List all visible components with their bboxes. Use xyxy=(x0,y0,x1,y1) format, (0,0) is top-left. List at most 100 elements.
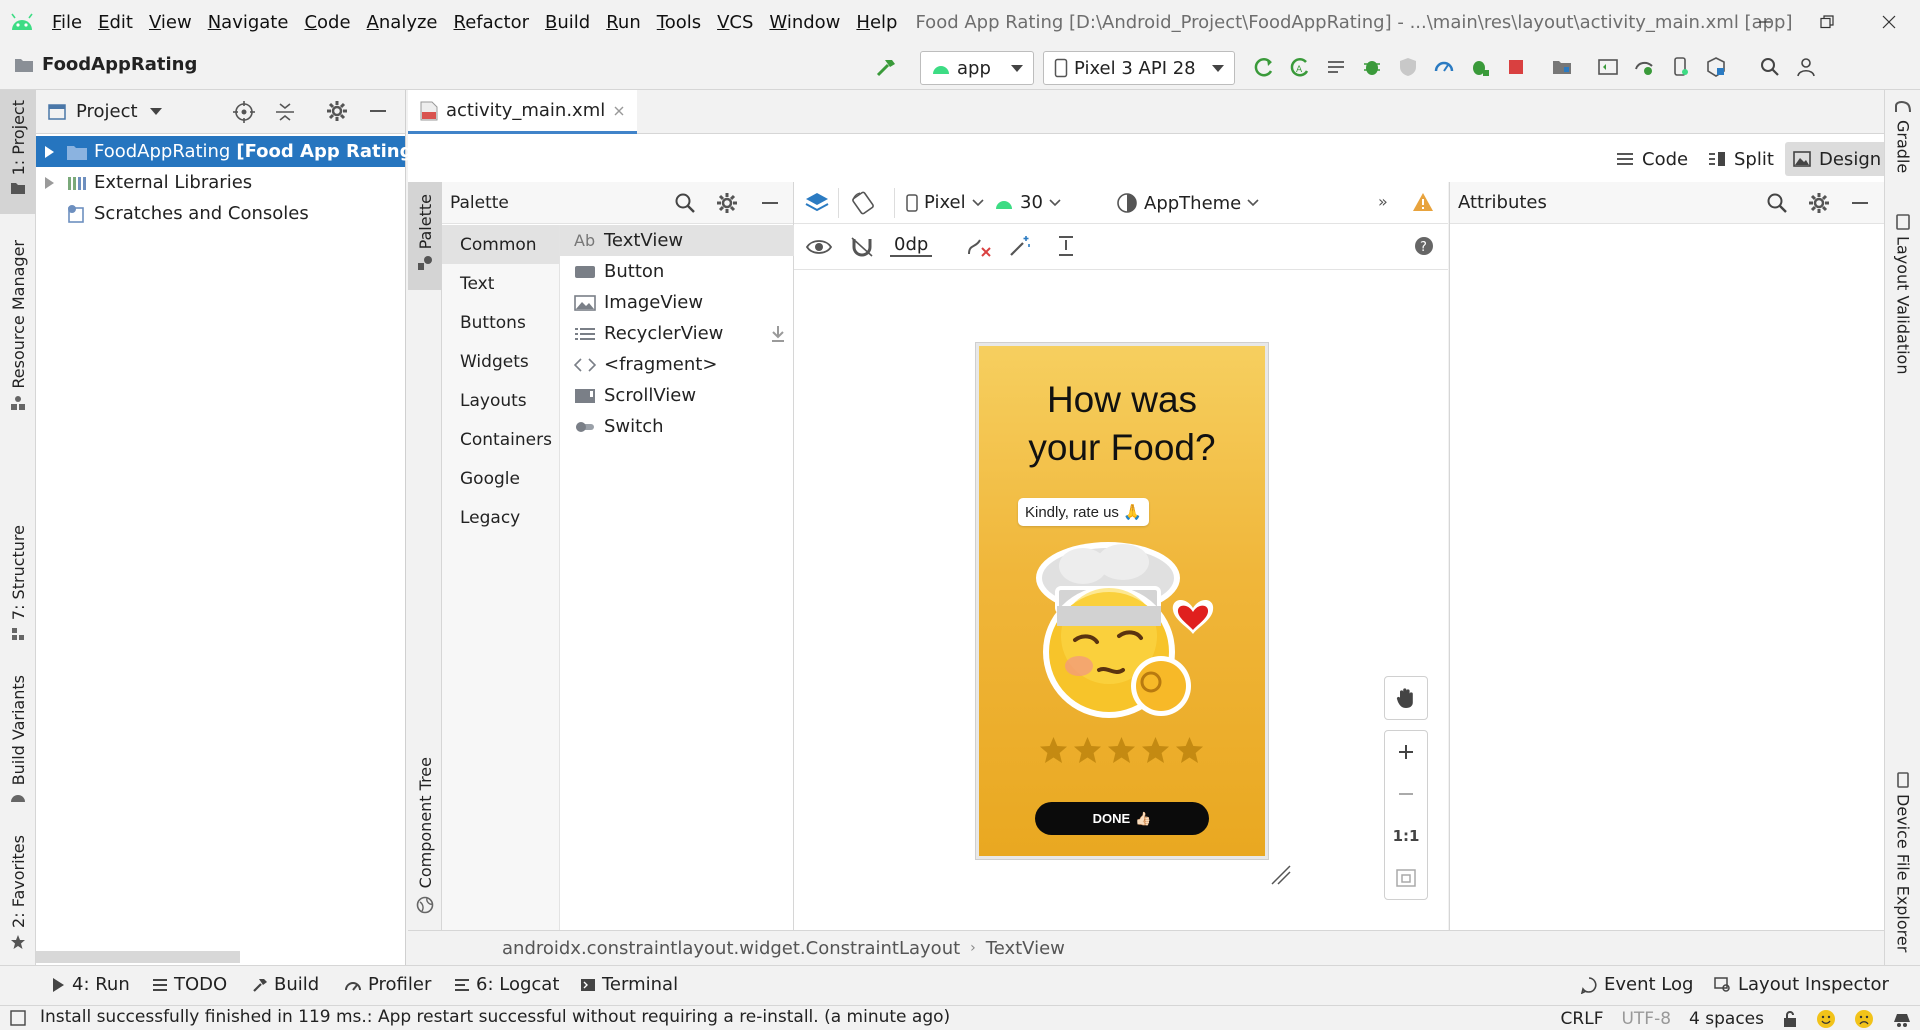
user-account-icon[interactable] xyxy=(1788,49,1824,85)
design-mode-button[interactable]: Design xyxy=(1785,142,1890,176)
inspector-hat-icon[interactable] xyxy=(1892,1010,1912,1028)
expand-arrow-icon[interactable] xyxy=(42,176,56,190)
gear-icon[interactable] xyxy=(326,100,348,122)
palette-category-text[interactable]: Text xyxy=(442,264,559,303)
api-level-selector[interactable]: 30 xyxy=(994,192,1061,213)
menu-analyze[interactable]: Analyze xyxy=(359,12,446,33)
layout-validation-tab[interactable]: Layout Validation xyxy=(1885,214,1920,374)
profile-icon[interactable] xyxy=(1426,49,1462,85)
rating-star-icon[interactable] xyxy=(1175,736,1204,764)
magnet-icon[interactable] xyxy=(850,236,874,258)
palette-category-containers[interactable]: Containers xyxy=(442,420,559,459)
structure-tab[interactable]: 7: Structure xyxy=(0,525,36,641)
component-tree-tab[interactable]: Component Tree xyxy=(408,757,442,927)
project-view-label[interactable]: Project xyxy=(76,101,138,122)
device-file-explorer-tab[interactable]: Device File Explorer xyxy=(1885,772,1920,962)
menu-vcs[interactable]: VCS xyxy=(709,12,761,33)
favorites-tab[interactable]: 2: Favorites xyxy=(0,835,36,949)
phone-title[interactable]: How was your Food? xyxy=(979,376,1265,472)
collapse-all-icon[interactable] xyxy=(274,100,296,124)
status-message[interactable]: Install successfully finished in 119 ms.… xyxy=(40,1007,950,1027)
magic-wand-icon[interactable] xyxy=(1008,234,1032,258)
hide-panel-icon[interactable] xyxy=(368,100,388,122)
menu-build[interactable]: Build xyxy=(537,12,598,33)
project-structure-icon[interactable] xyxy=(1544,49,1580,85)
resource-manager-tab[interactable]: Resource Manager xyxy=(0,240,36,410)
locate-target-icon[interactable] xyxy=(232,100,256,124)
phone-preview[interactable]: How was your Food? Kindly, rate us 🙏 DON… xyxy=(976,343,1268,859)
layers-icon[interactable] xyxy=(804,190,830,216)
palette-category-legacy[interactable]: Legacy xyxy=(442,498,559,537)
help-icon[interactable]: ? xyxy=(1414,236,1434,256)
run-tool-tab[interactable]: 4: Run xyxy=(50,974,130,995)
breadcrumb-item-textview[interactable]: TextView xyxy=(986,938,1065,959)
align-icon[interactable] xyxy=(1056,234,1076,258)
sdk-manager-icon[interactable] xyxy=(1698,49,1734,85)
device-selector[interactable]: Pixel 3 API 28 xyxy=(1043,51,1235,85)
apply-changes-icon[interactable] xyxy=(1246,49,1282,85)
warning-icon[interactable] xyxy=(1412,192,1434,212)
indent-setting[interactable]: 4 spaces xyxy=(1689,1009,1764,1029)
menu-view[interactable]: View xyxy=(141,12,200,33)
palette-side-tab[interactable]: Palette xyxy=(408,182,442,290)
palette-item-switch[interactable]: Switch xyxy=(560,411,794,442)
close-window-button[interactable] xyxy=(1858,0,1920,44)
done-button[interactable]: DONE 👍🏻 xyxy=(1035,802,1209,835)
build-tool-tab[interactable]: Build xyxy=(252,974,319,995)
zoom-actual-size-button[interactable]: 1:1 xyxy=(1384,815,1428,857)
eye-icon[interactable] xyxy=(806,236,832,258)
split-mode-button[interactable]: Split xyxy=(1700,142,1782,176)
terminal-tool-tab[interactable]: Terminal xyxy=(580,974,678,995)
build-hammer-icon[interactable] xyxy=(868,49,904,85)
search-icon[interactable] xyxy=(1766,192,1788,214)
status-toggle-icon[interactable] xyxy=(10,1010,26,1026)
tab-activity-main[interactable]: activity_main.xml xyxy=(408,90,638,134)
close-tab-icon[interactable] xyxy=(613,105,625,117)
profiler-tool-tab[interactable]: Profiler xyxy=(344,974,431,995)
file-encoding[interactable]: UTF-8 xyxy=(1621,1009,1671,1029)
gradle-tab[interactable]: Gradle xyxy=(1885,100,1920,190)
attach-debugger-icon[interactable] xyxy=(1462,49,1498,85)
todo-tool-tab[interactable]: TODO xyxy=(152,974,227,995)
palette-item-fragment[interactable]: <fragment> xyxy=(560,349,794,380)
menu-tools[interactable]: Tools xyxy=(649,12,709,33)
project-name[interactable]: FoodAppRating xyxy=(42,54,197,75)
run-list-icon[interactable] xyxy=(1318,49,1354,85)
theme-selector[interactable]: AppTheme xyxy=(1116,192,1259,214)
tree-item-scratches[interactable]: Scratches and Consoles xyxy=(36,198,405,229)
project-tool-tab[interactable]: 1: Project xyxy=(0,90,36,214)
chef-kiss-emoji-image[interactable] xyxy=(1023,536,1223,726)
tree-item-project-root[interactable]: FoodAppRating [Food App Rating] xyxy=(36,136,421,167)
menu-run[interactable]: Run xyxy=(598,12,649,33)
rating-star-icon[interactable] xyxy=(1073,736,1102,764)
expand-arrow-icon[interactable] xyxy=(42,145,56,159)
palette-item-imageview[interactable]: ImageView xyxy=(560,287,794,318)
hide-panel-icon[interactable] xyxy=(1850,192,1870,214)
palette-item-scrollview[interactable]: ScrollView xyxy=(560,380,794,411)
device-preview-selector[interactable]: Pixel xyxy=(906,192,984,213)
menu-file[interactable]: File xyxy=(44,12,90,33)
zoom-out-button[interactable] xyxy=(1384,773,1428,815)
restore-button[interactable] xyxy=(1796,0,1858,44)
gear-icon[interactable] xyxy=(716,192,738,214)
sad-face-icon[interactable] xyxy=(1854,1009,1874,1029)
palette-category-google[interactable]: Google xyxy=(442,459,559,498)
run-config-selector[interactable]: app xyxy=(920,51,1034,85)
apply-code-changes-icon[interactable]: A xyxy=(1282,49,1318,85)
zoom-fit-button[interactable] xyxy=(1384,857,1428,899)
clear-constraints-icon[interactable] xyxy=(966,236,992,258)
palette-item-button[interactable]: Button xyxy=(560,256,794,287)
coverage-icon[interactable] xyxy=(1390,49,1426,85)
orientation-icon[interactable] xyxy=(850,190,876,216)
pan-hand-icon[interactable] xyxy=(1384,677,1428,719)
palette-category-common[interactable]: Common xyxy=(442,225,559,264)
horizontal-scrollbar[interactable] xyxy=(36,951,240,963)
code-mode-button[interactable]: Code xyxy=(1608,142,1696,176)
rating-star-icon[interactable] xyxy=(1039,736,1068,764)
menu-code[interactable]: Code xyxy=(296,12,358,33)
hide-panel-icon[interactable] xyxy=(760,192,780,214)
palette-category-buttons[interactable]: Buttons xyxy=(442,303,559,342)
line-separator[interactable]: CRLF xyxy=(1561,1009,1604,1029)
chevron-down-icon[interactable] xyxy=(149,108,162,115)
layout-inspector-tool-tab[interactable]: Layout Inspector xyxy=(1714,974,1889,995)
